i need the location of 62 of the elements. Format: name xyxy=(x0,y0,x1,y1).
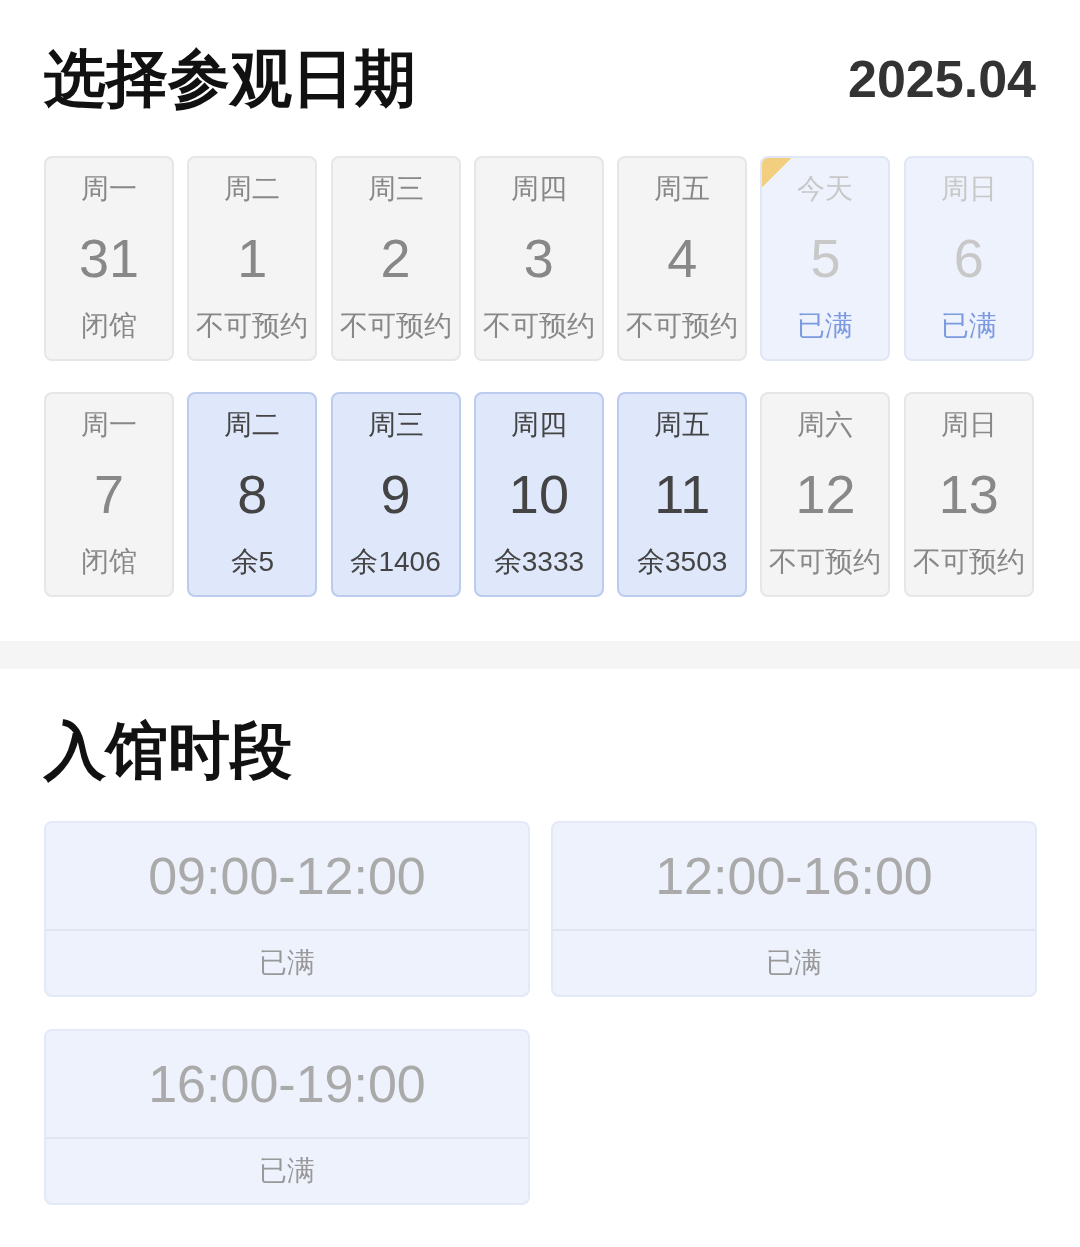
date-number: 2 xyxy=(380,230,411,285)
weekday-label: 周三 xyxy=(367,408,424,442)
weekday-label: 周五 xyxy=(654,172,711,206)
availability-label: 余1406 xyxy=(350,545,441,579)
availability-label: 不可预约 xyxy=(196,309,309,343)
date-card[interactable]: 周三 9 余1406 xyxy=(330,392,461,597)
date-card[interactable]: 周一 7 闭馆 xyxy=(44,392,174,597)
section-title: 入馆时段 xyxy=(44,715,293,787)
time-slot-card[interactable]: 09:00-12:00 已满 xyxy=(44,821,530,997)
weekday-label: 周一 xyxy=(81,408,137,442)
weekday-label: 周三 xyxy=(367,172,424,206)
date-card[interactable]: 周二 1 不可预约 xyxy=(187,156,318,361)
availability-label: 余5 xyxy=(230,545,275,579)
availability-label: 已满 xyxy=(258,1154,316,1188)
weekday-label: 周一 xyxy=(81,172,137,206)
date-card[interactable]: 周三 2 不可预约 xyxy=(330,156,461,361)
section-title: 选择参观日期 xyxy=(44,43,416,115)
weekday-label: 周日 xyxy=(940,408,997,442)
date-number: 31 xyxy=(78,230,140,285)
date-number: 4 xyxy=(667,230,698,285)
time-slot-card[interactable]: 16:00-19:00 已满 xyxy=(44,1029,530,1205)
date-card[interactable]: 周一 31 闭馆 xyxy=(44,156,174,361)
availability-label: 已满 xyxy=(765,946,823,980)
availability-label: 不可预约 xyxy=(626,309,739,343)
date-card[interactable]: 周五 11 余3503 xyxy=(617,392,748,597)
date-card[interactable]: 周六 12 不可预约 xyxy=(760,392,891,597)
weekday-label: 周二 xyxy=(224,172,281,206)
date-number: 7 xyxy=(93,466,124,521)
availability-label: 闭馆 xyxy=(81,545,137,579)
weekday-label: 周五 xyxy=(654,408,711,442)
date-number: 11 xyxy=(654,466,711,521)
date-number: 10 xyxy=(508,466,569,521)
availability-label: 余3333 xyxy=(493,545,585,579)
time-range: 16:00-19:00 xyxy=(46,1031,528,1139)
date-number: 8 xyxy=(237,466,268,521)
date-card[interactable]: 周四 3 不可预约 xyxy=(473,156,604,361)
weekday-label: 周四 xyxy=(510,172,567,206)
date-number: 3 xyxy=(523,230,554,285)
date-card[interactable]: 周五 4 不可预约 xyxy=(617,156,748,361)
date-number: 1 xyxy=(237,230,268,285)
date-card[interactable]: 周日 13 不可预约 xyxy=(903,392,1034,597)
date-card[interactable]: 周二 8 余5 xyxy=(187,392,318,597)
availability-label: 闭馆 xyxy=(81,309,137,343)
time-range: 09:00-12:00 xyxy=(46,823,528,931)
availability-label: 不可预约 xyxy=(482,309,595,343)
month-label: 2025.04 xyxy=(848,49,1036,109)
availability-label: 已满 xyxy=(258,946,316,980)
weekday-label: 周二 xyxy=(224,408,281,442)
availability-label: 不可预约 xyxy=(912,545,1025,579)
time-slot-card[interactable]: 12:00-16:00 已满 xyxy=(551,821,1037,997)
availability-label: 不可预约 xyxy=(339,309,452,343)
availability-label: 余3503 xyxy=(637,545,728,579)
date-number: 12 xyxy=(795,466,856,521)
availability-label: 不可预约 xyxy=(769,545,882,579)
date-card[interactable]: 周四 10 余3333 xyxy=(473,392,604,597)
availability-label: 已满 xyxy=(797,309,854,343)
availability-label: 已满 xyxy=(940,309,997,343)
time-range: 12:00-16:00 xyxy=(553,823,1035,931)
date-number: 9 xyxy=(380,466,411,521)
date-number: 13 xyxy=(938,466,999,521)
weekday-label: 周四 xyxy=(510,408,567,442)
weekday-label: 周六 xyxy=(797,408,854,442)
